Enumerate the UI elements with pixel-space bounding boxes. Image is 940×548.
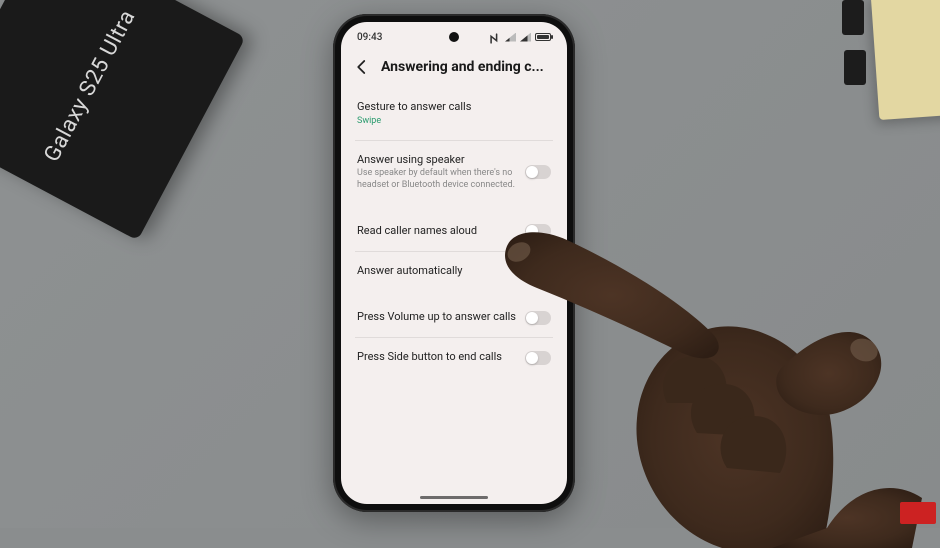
nfc-icon [490, 33, 501, 42]
row-volume-up-answer[interactable]: Press Volume up to answer calls [355, 300, 553, 335]
signal-1-icon [505, 33, 516, 42]
hinge-lower [844, 50, 866, 85]
toggle-answer-speaker[interactable] [525, 165, 551, 179]
row-value: Swipe [357, 116, 551, 128]
toggle-read-names[interactable] [525, 224, 551, 238]
row-subtitle: Use speaker by default when there's no h… [357, 168, 517, 191]
row-read-names[interactable]: Read caller names aloud [355, 214, 553, 249]
front-camera [449, 32, 459, 42]
nav-handle[interactable] [420, 496, 488, 499]
divider [355, 337, 553, 338]
divider [355, 140, 553, 141]
toggle-answer-auto[interactable] [525, 264, 551, 278]
wood-block [871, 0, 940, 120]
box-product-name: Galaxy S25 Ultra [39, 6, 140, 166]
row-title: Answer automatically [357, 264, 517, 279]
row-answer-auto[interactable]: Answer automatically [355, 254, 553, 289]
row-title: Press Volume up to answer calls [357, 310, 517, 325]
row-title: Gesture to answer calls [357, 100, 551, 115]
divider [355, 251, 553, 252]
phone-frame: 09:43 Answering and ending c... Gesture … [333, 14, 575, 512]
row-answer-speaker[interactable]: Answer using speaker Use speaker by defa… [355, 143, 553, 202]
group-separator [355, 288, 553, 300]
status-time: 09:43 [357, 32, 382, 43]
page-header: Answering and ending c... [341, 52, 567, 90]
back-icon[interactable] [353, 58, 371, 76]
signal-2-icon [520, 33, 531, 42]
group-separator [355, 202, 553, 214]
hinge-upper [842, 0, 864, 35]
status-indicators [490, 33, 551, 42]
settings-list: Gesture to answer calls Swipe Answer usi… [341, 90, 567, 375]
row-title: Read caller names aloud [357, 224, 517, 239]
row-gesture-answer[interactable]: Gesture to answer calls Swipe [355, 90, 553, 138]
phone-screen: 09:43 Answering and ending c... Gesture … [341, 22, 567, 504]
row-title: Press Side button to end calls [357, 350, 517, 365]
row-title: Answer using speaker [357, 153, 517, 168]
toggle-side-button-end[interactable] [525, 351, 551, 365]
page-title: Answering and ending c... [381, 59, 555, 75]
row-side-button-end[interactable]: Press Side button to end calls [355, 340, 553, 375]
watermark [900, 502, 936, 524]
battery-icon [535, 33, 551, 41]
toggle-volume-up-answer[interactable] [525, 311, 551, 325]
